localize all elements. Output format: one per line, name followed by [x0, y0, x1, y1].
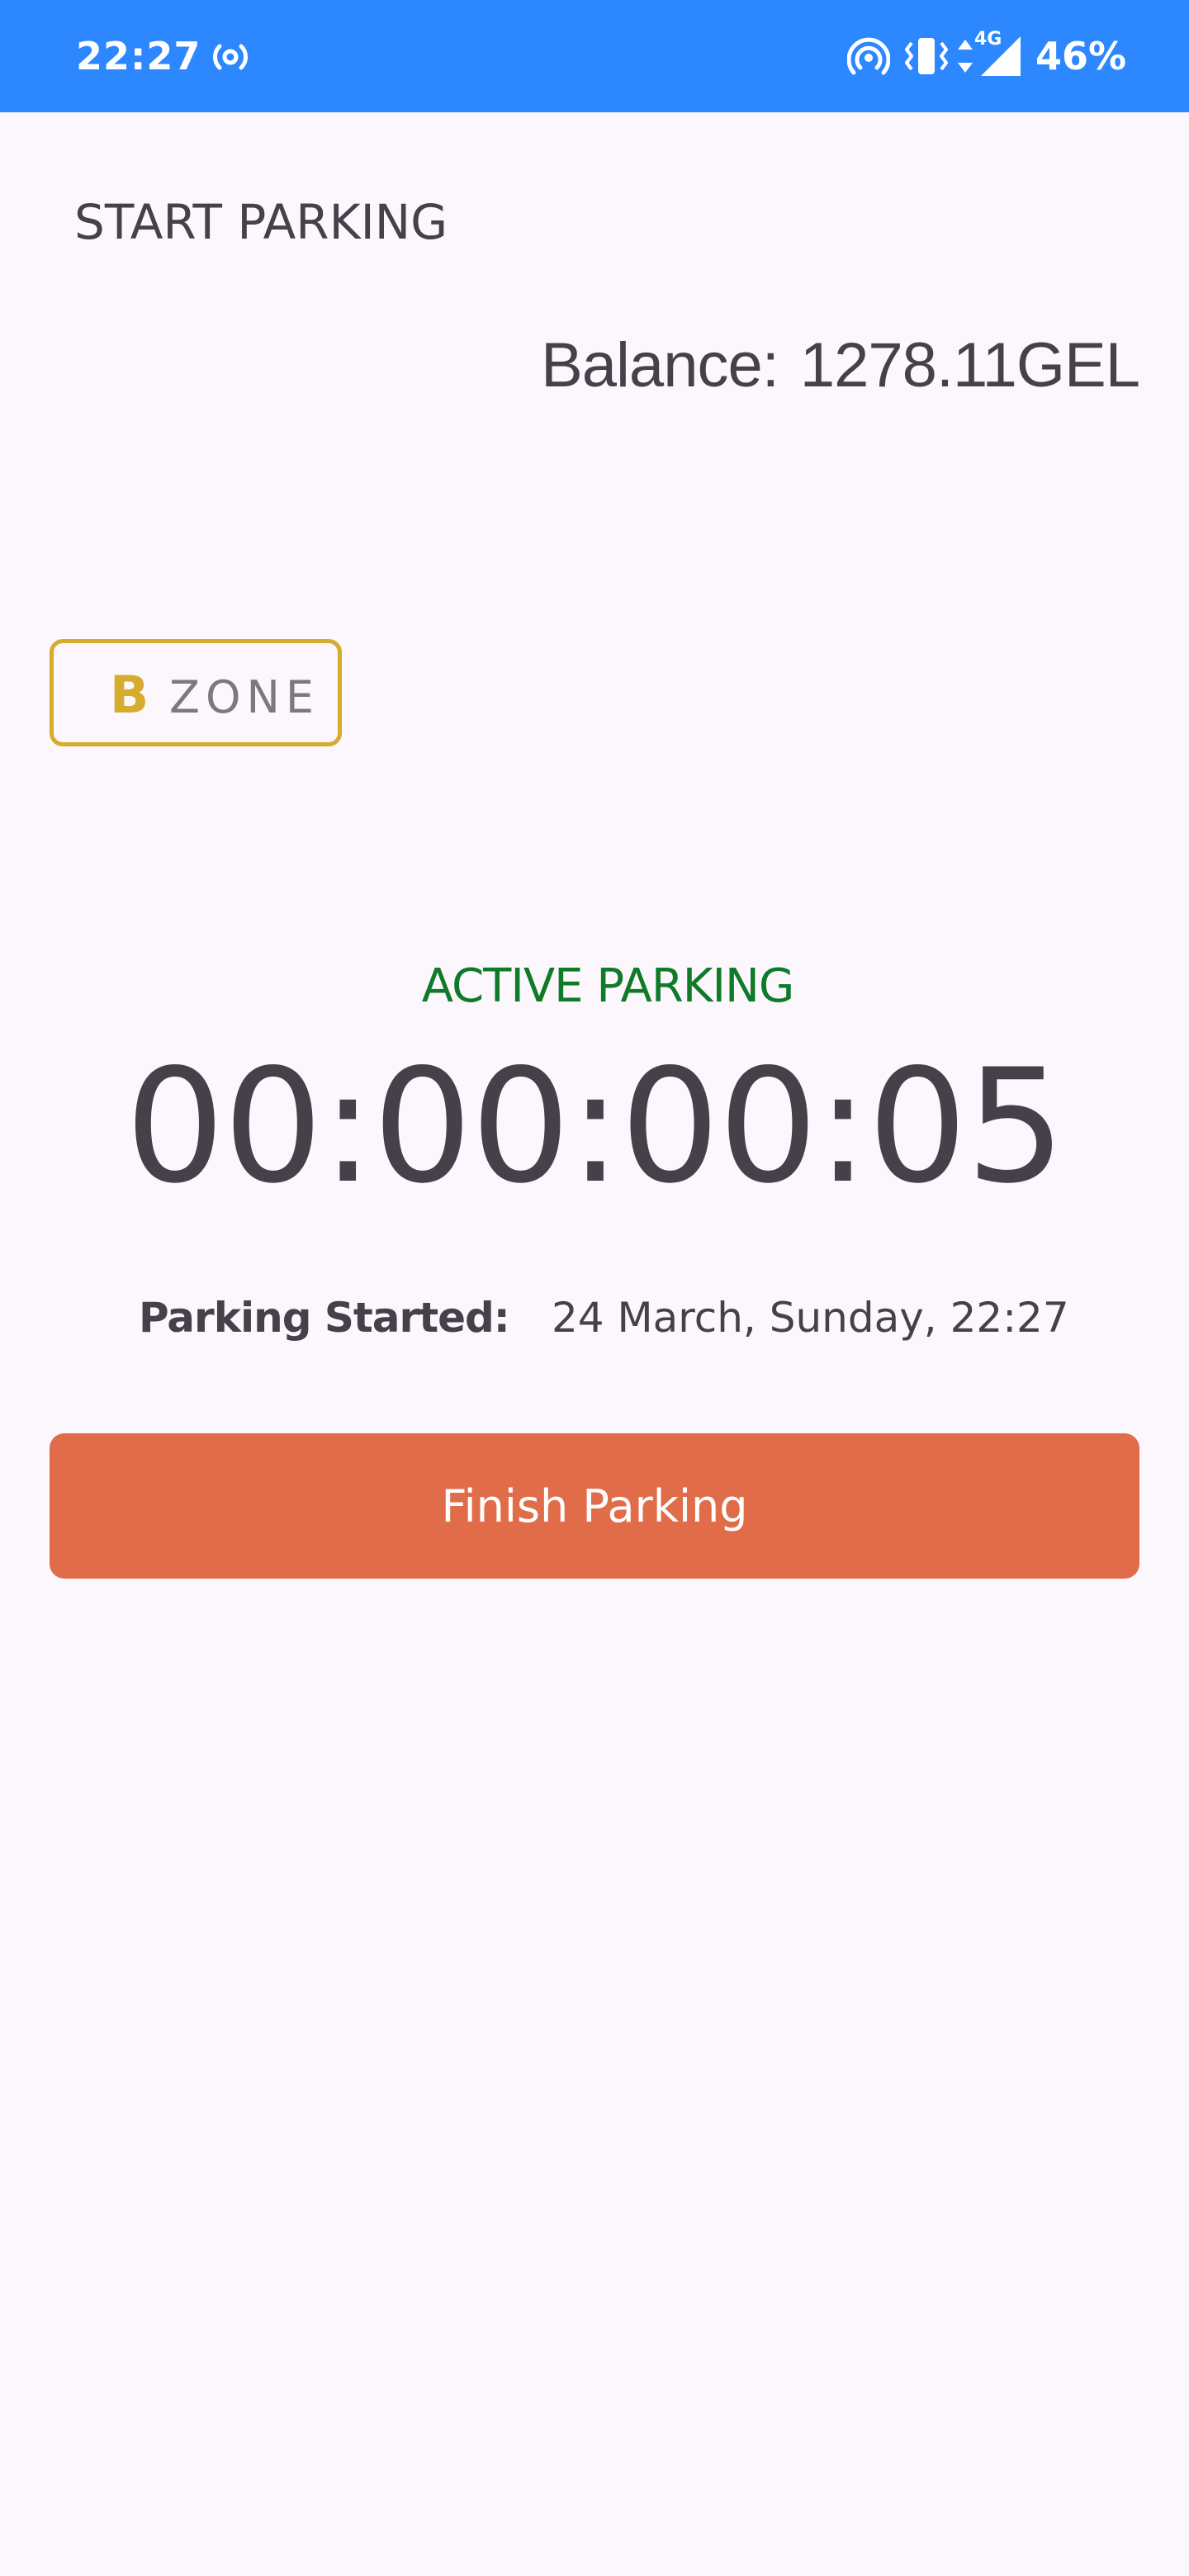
page-title: START PARKING — [74, 194, 448, 250]
hotspot-icon — [847, 37, 890, 75]
parking-timer: 00:00:00:05 — [125, 1035, 1065, 1218]
battery-level: 46% — [1035, 34, 1127, 78]
balance-label: Balance: — [541, 330, 779, 400]
zone-letter: B — [110, 665, 149, 725]
radio-broadcast-icon — [213, 44, 248, 70]
finish-parking-button[interactable]: Finish Parking — [50, 1433, 1139, 1579]
parking-status: ACTIVE PARKING — [421, 959, 795, 1013]
balance-value: 1278.11GEL — [799, 330, 1140, 400]
parking-started-value: 24 March, Sunday, 22:27 — [552, 1294, 1069, 1342]
balance-display: Balance: 1278.11GEL — [541, 329, 1140, 403]
status-time: 22:27 — [76, 34, 201, 78]
vibrate-icon — [905, 38, 948, 74]
data-arrows-icon — [958, 40, 973, 73]
signal-icon — [981, 36, 1021, 76]
parking-started-label: Parking Started: — [139, 1294, 510, 1342]
status-bar: 22:27 4G 46% — [0, 0, 1189, 112]
zone-badge[interactable]: B ZONE — [50, 639, 342, 746]
zone-label: ZONE — [169, 671, 320, 723]
